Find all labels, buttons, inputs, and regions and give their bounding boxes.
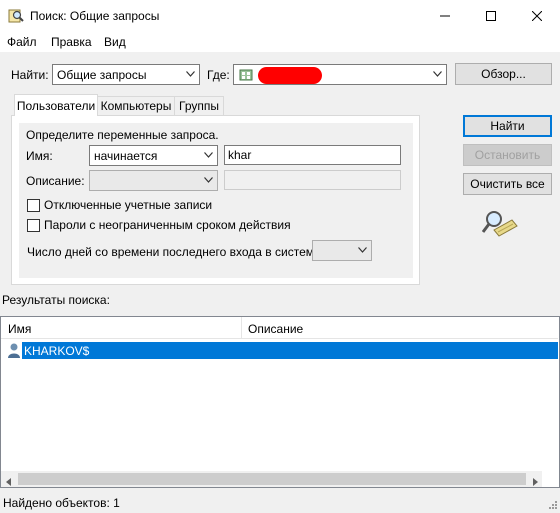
- chevron-down-icon: [433, 71, 442, 77]
- name-condition-select[interactable]: начинается: [89, 145, 218, 166]
- find-type-value: Общие запросы: [57, 68, 147, 82]
- domain-icon: [238, 67, 254, 83]
- description-label: Описание:: [26, 174, 85, 188]
- close-button[interactable]: [514, 0, 560, 32]
- name-input[interactable]: khar: [224, 145, 401, 165]
- query-section-label: Определите переменные запроса.: [26, 128, 219, 142]
- where-label: Где:: [207, 68, 230, 82]
- chevron-down-icon: [204, 152, 213, 158]
- tab-groups[interactable]: Группы: [174, 96, 224, 115]
- where-select[interactable]: [233, 64, 447, 85]
- tab-computers[interactable]: Компьютеры: [97, 96, 175, 115]
- tab-users[interactable]: Пользователи: [14, 94, 98, 116]
- search-app-icon: [8, 8, 24, 24]
- disabled-accounts-label: Отключенные учетные записи: [44, 198, 213, 212]
- status-text: Найдено объектов: 1: [3, 496, 120, 510]
- find-type-select[interactable]: Общие запросы: [52, 64, 200, 85]
- name-condition-value: начинается: [94, 149, 158, 163]
- chevron-down-icon: [358, 247, 367, 253]
- column-header-description[interactable]: Описание: [248, 322, 303, 336]
- nonexpiring-passwords-label: Пароли с неограниченным сроком действия: [44, 218, 291, 232]
- close-icon: [532, 11, 542, 21]
- table-row[interactable]: KHARKOV$: [22, 342, 558, 359]
- chevron-down-icon: [204, 177, 213, 183]
- nonexpiring-passwords-checkbox[interactable]: [27, 219, 40, 232]
- days-since-logon-label: Число дней со времени последнего входа в…: [27, 245, 324, 259]
- maximize-icon: [486, 11, 496, 21]
- chevron-down-icon: [186, 71, 195, 77]
- row-name: KHARKOV$: [24, 344, 90, 358]
- description-condition-select[interactable]: [89, 170, 218, 191]
- description-input[interactable]: [224, 170, 401, 190]
- redaction-mark: [258, 67, 322, 84]
- name-label: Имя:: [26, 149, 53, 163]
- minimize-button[interactable]: [422, 0, 468, 32]
- resize-grip-icon[interactable]: [548, 499, 558, 509]
- results-label: Результаты поиска:: [2, 293, 110, 307]
- scroll-left-icon[interactable]: [5, 475, 13, 486]
- column-separator[interactable]: [241, 317, 242, 339]
- column-header-name[interactable]: Имя: [8, 322, 31, 336]
- window-title: Поиск: Общие запросы: [30, 9, 160, 23]
- maximize-button[interactable]: [468, 0, 514, 32]
- clear-all-button[interactable]: Очистить все: [463, 173, 552, 195]
- menu-edit[interactable]: Правка: [51, 35, 92, 49]
- browse-button[interactable]: Обзор...: [455, 63, 552, 85]
- search-magnifier-icon: [481, 208, 518, 240]
- menu-file[interactable]: Файл: [7, 35, 37, 49]
- name-input-value: khar: [228, 148, 252, 162]
- stop-button[interactable]: Остановить: [463, 144, 552, 166]
- scroll-right-icon[interactable]: [531, 475, 539, 486]
- user-icon: [6, 342, 22, 359]
- find-now-button[interactable]: Найти: [463, 115, 552, 137]
- find-label: Найти:: [11, 68, 49, 82]
- days-since-logon-select[interactable]: [312, 240, 372, 261]
- disabled-accounts-checkbox[interactable]: [27, 199, 40, 212]
- scrollbar-thumb[interactable]: [18, 473, 526, 485]
- menu-view[interactable]: Вид: [104, 35, 126, 49]
- minimize-icon: [440, 15, 450, 17]
